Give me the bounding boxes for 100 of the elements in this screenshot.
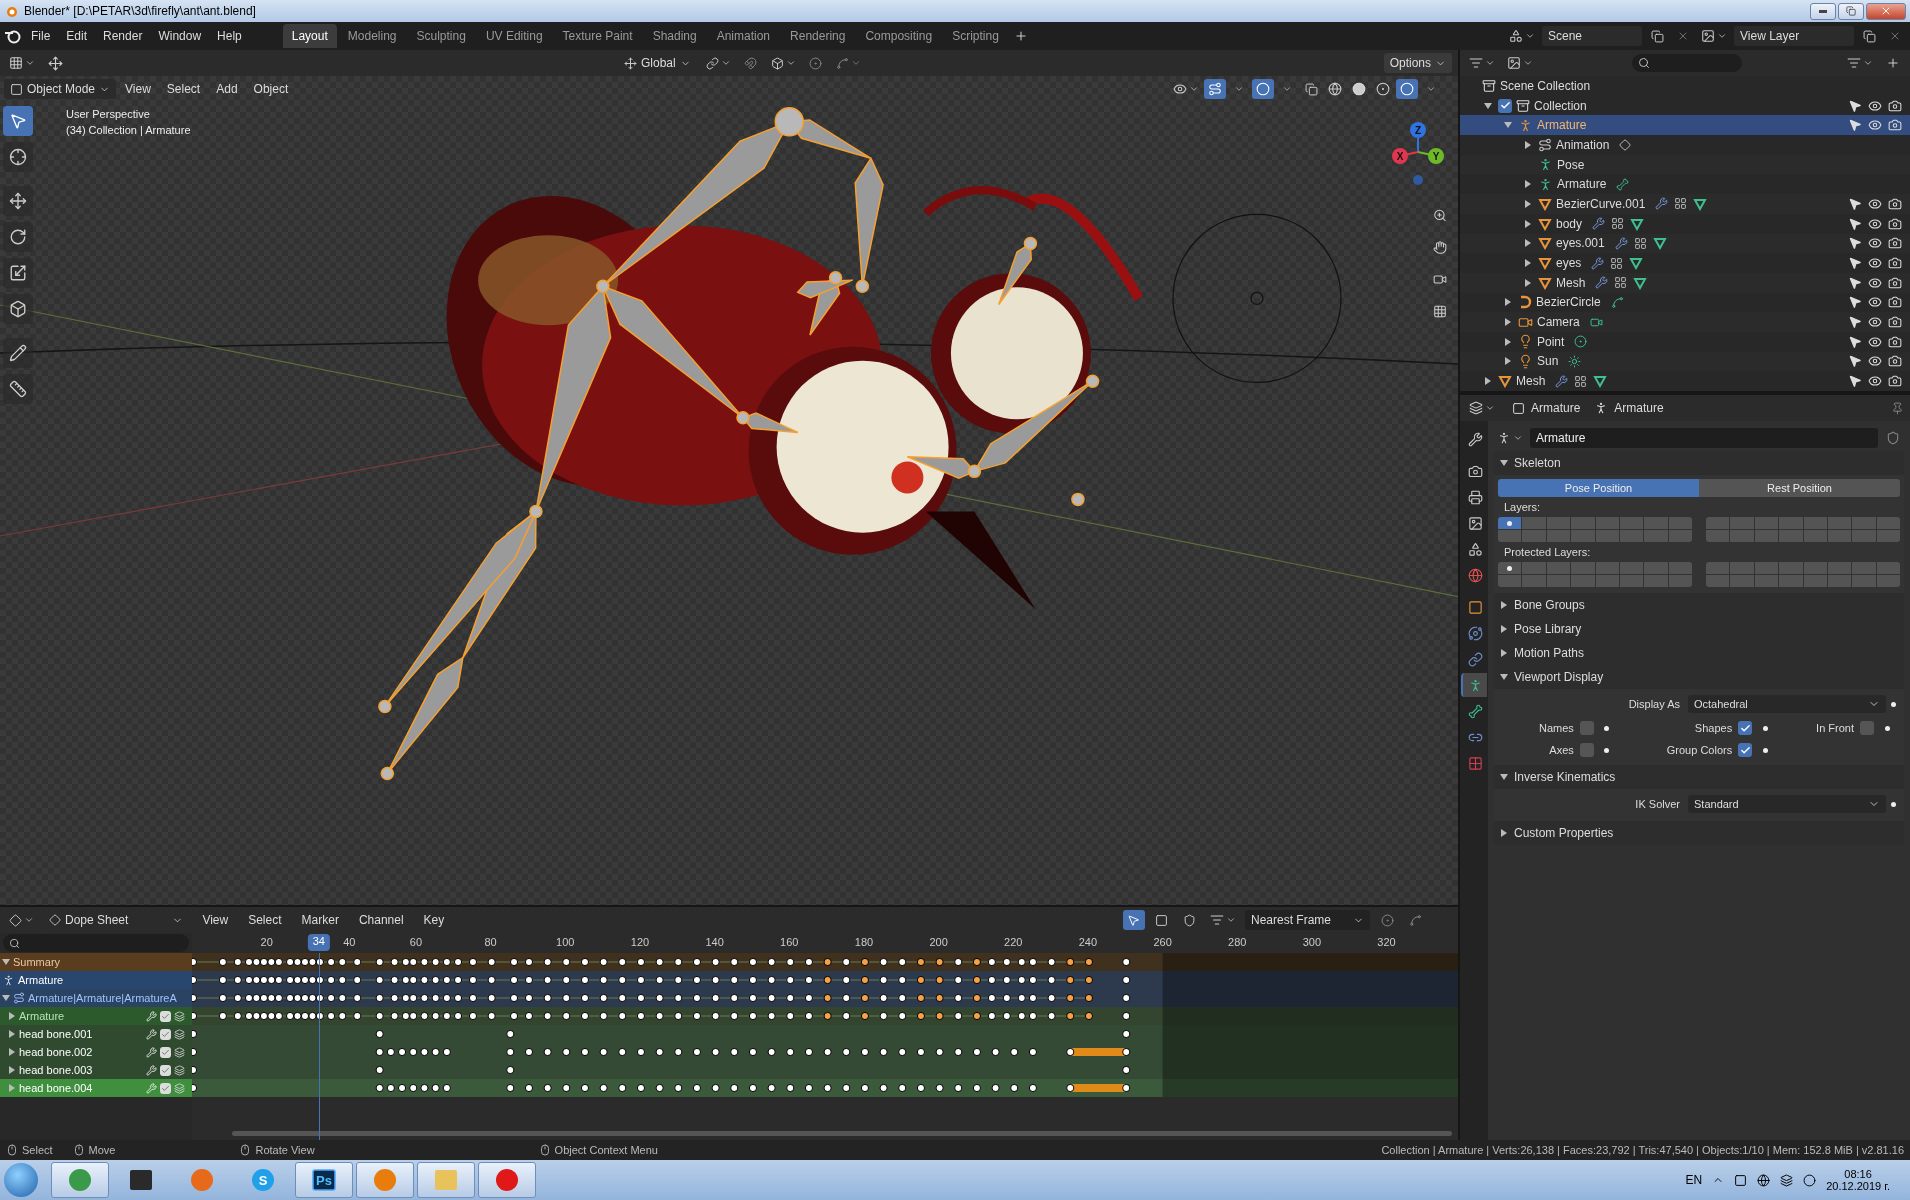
field-label: Protected Layers: [1503, 546, 1592, 558]
channel-row[interactable]: Armature [0, 1007, 192, 1025]
frame-number: 40 [343, 936, 356, 948]
outliner-item-label: eyes.001 [1556, 236, 1605, 251]
dropdown[interactable]: Standard [1688, 795, 1886, 813]
language-indicator[interactable]: EN [1685, 1173, 1703, 1187]
viewport-info-text: User Perspective [66, 108, 151, 120]
outliner-item-label: Animation [1556, 137, 1610, 152]
outliner-item-label: Collection [1534, 98, 1587, 113]
frame-number: 100 [556, 936, 575, 948]
menu-item[interactable]: Object [246, 79, 296, 99]
frame-number: 300 [1302, 936, 1322, 948]
checkbox-label: Group Colors [1666, 744, 1733, 756]
channel-row[interactable]: head bone.002 [0, 1043, 192, 1061]
view-layer-field[interactable]: View Layer [1734, 26, 1854, 46]
outliner-item-label: eyes [1556, 256, 1582, 271]
app-icon: Ps [311, 1167, 337, 1193]
channel-name: head bone.003 [19, 1064, 94, 1076]
outliner-item-label: Mesh [1556, 275, 1586, 290]
frame-number: 320 [1377, 936, 1396, 948]
menu-item[interactable]: Channel [351, 910, 411, 930]
workspace-tab[interactable]: Layout [282, 24, 337, 48]
context-path-item[interactable]: Armature [1512, 401, 1581, 415]
viewport-info-text: (34) Collection | Armature [66, 124, 191, 136]
taskbar-app-button[interactable]: Ps [295, 1162, 353, 1198]
workspace-tab[interactable]: Compositing [856, 24, 942, 48]
checkbox-label: Axes [1549, 744, 1574, 756]
field-label: Display As [1627, 698, 1681, 710]
menu-item[interactable]: Render [96, 26, 150, 46]
name-field[interactable]: Armature [1530, 428, 1878, 448]
context-path-item[interactable]: Armature [1594, 401, 1664, 415]
workspace-tab[interactable]: Modeling [338, 24, 406, 48]
status-hint: Object Context Menu [554, 1144, 658, 1156]
channel-name: Armature [18, 974, 65, 986]
snap-dropdown[interactable]: Nearest Frame [1244, 910, 1370, 930]
frame-number: 180 [854, 936, 874, 948]
outliner-item-label: BezierCurve.001 [1556, 196, 1646, 211]
outliner-item-label: Sun [1537, 354, 1559, 369]
frame-number: 140 [705, 936, 724, 948]
workspace-tab[interactable]: Scripting [943, 24, 1008, 48]
channel-row[interactable]: head bone.001 [0, 1025, 192, 1043]
channel-row[interactable]: head bone.003 [0, 1061, 192, 1079]
menu-item[interactable]: Add [209, 79, 245, 99]
menu-item[interactable]: Select [159, 79, 208, 99]
frame-number: 120 [630, 936, 650, 948]
workspace-tab[interactable]: UV Editing [476, 24, 552, 48]
channel-name: Armature|Armature|ArmatureA [28, 992, 178, 1004]
clock[interactable]: 08:16 20.12.2019 г. [1826, 1168, 1890, 1192]
frame-number: 20 [260, 936, 273, 948]
scene-field[interactable]: Scene [1542, 26, 1642, 46]
outliner-item-label: Mesh [1516, 374, 1546, 389]
menu-item[interactable]: Marker [294, 910, 346, 930]
workspace-tab[interactable]: Texture Paint [553, 24, 642, 48]
frame-number: 260 [1153, 936, 1172, 948]
clock-time: 08:16 [1844, 1168, 1872, 1180]
workspace-tab[interactable]: Animation [707, 24, 780, 48]
clock-date: 20.12.2019 г. [1826, 1180, 1890, 1192]
options-dropdown[interactable]: Options [1383, 53, 1452, 73]
outliner-item-label: Armature [1537, 118, 1587, 133]
app-icon: S [250, 1167, 276, 1193]
channel-row[interactable]: Armature|Armature|ArmatureA [0, 989, 192, 1007]
menu-item[interactable]: Window [151, 26, 209, 46]
frame-number: 280 [1228, 936, 1247, 948]
outliner-item-label: Armature [1557, 177, 1607, 192]
frame-number: 240 [1078, 936, 1098, 948]
frame-number: 160 [780, 936, 799, 948]
channel-row[interactable]: Summary [0, 953, 192, 971]
frame-number: 60 [409, 936, 423, 948]
workspace-tab[interactable]: Sculpting [407, 24, 475, 48]
outliner-item-label: Camera [1537, 315, 1580, 330]
outliner-item-label: Pose [1557, 157, 1585, 172]
channel-row[interactable]: Armature [0, 971, 192, 989]
outliner-item-label: BezierCircle [1536, 295, 1601, 310]
workspace-tab[interactable]: Rendering [781, 24, 855, 48]
channel-name: head bone.004 [19, 1082, 94, 1094]
menu-item[interactable]: Help [210, 26, 249, 46]
outliner-row[interactable]: Armature [1460, 115, 1910, 136]
status-hint: Move [88, 1144, 116, 1156]
menu-item[interactable]: View [118, 79, 158, 99]
channel-row[interactable]: head bone.004 [0, 1079, 192, 1097]
channel-name: head bone.002 [19, 1046, 94, 1058]
field-label: IK Solver [1634, 798, 1681, 810]
workspace-tab[interactable]: Shading [643, 24, 706, 48]
status-hint: Rotate View [255, 1144, 315, 1156]
segmented-button[interactable]: Pose Position [1498, 479, 1699, 497]
field-label: Layers: [1503, 501, 1542, 513]
mode-dropdown[interactable]: Object Mode [4, 79, 117, 99]
segmented-button[interactable]: Rest Position [1699, 479, 1900, 497]
menu-item[interactable]: File [24, 26, 58, 46]
menu-item[interactable]: View [195, 910, 236, 930]
menu-item[interactable]: Edit [59, 26, 95, 46]
window-title: Blender* [D:\PETAR\3d\firefly\ant\ant.blend] [24, 4, 256, 18]
frame-number: 220 [1004, 936, 1023, 948]
current-frame-indicator[interactable]: 34 [307, 934, 330, 951]
channel-name: Summary [13, 956, 62, 968]
menu-item[interactable]: Select [241, 910, 289, 930]
frame-number: 80 [484, 936, 497, 948]
dropdown[interactable]: Octahedral [1688, 695, 1886, 713]
menu-item[interactable]: Key [416, 910, 452, 930]
channel-name: Armature [19, 1010, 66, 1022]
